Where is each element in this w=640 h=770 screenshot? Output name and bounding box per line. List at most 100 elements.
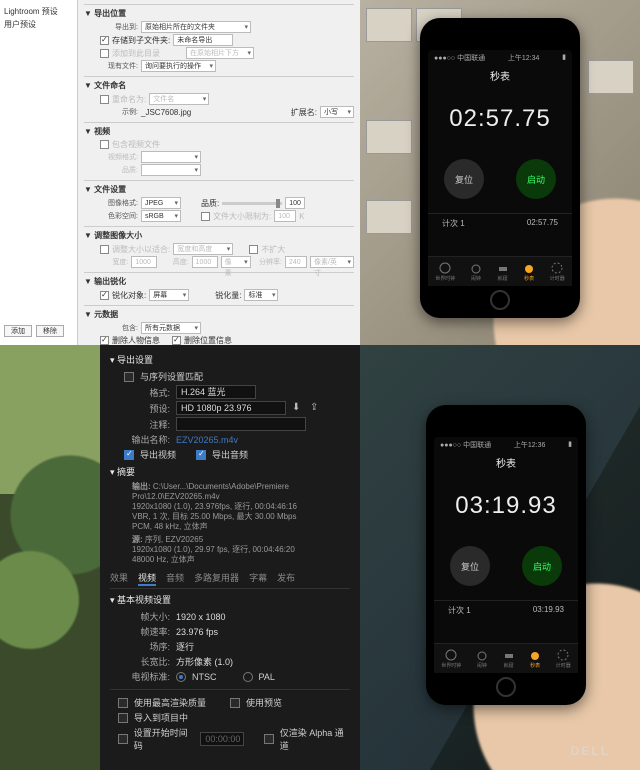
sharpen-for-dropdown[interactable]: 屏幕	[149, 289, 189, 301]
panel-title[interactable]: ▾ 导出设置	[110, 353, 350, 366]
res-unit-dropdown[interactable]: 像素/英寸	[310, 256, 354, 268]
video-format-dropdown[interactable]	[141, 151, 201, 163]
res-input[interactable]: 240	[285, 256, 307, 268]
section-file-naming[interactable]: ▼ 文件命名	[84, 76, 354, 91]
export-to-dropdown[interactable]: 原始相片所在的文件夹	[141, 21, 251, 33]
par-value[interactable]: 方形像素 (1.0)	[176, 655, 233, 668]
share-icon[interactable]	[310, 402, 322, 414]
start-button[interactable]: 启动	[516, 159, 556, 199]
limit-checkbox[interactable]	[201, 212, 210, 221]
export-audio-checkbox[interactable]	[196, 450, 206, 460]
start-timecode-checkbox[interactable]	[118, 734, 128, 744]
output-name-link[interactable]: EZV20265.m4v	[176, 435, 238, 445]
tab-timer[interactable]: 计时器	[550, 262, 565, 282]
stopwatch-title: 秒表	[428, 68, 572, 83]
pal-radio[interactable]	[243, 672, 253, 682]
preset-dropdown[interactable]: HD 1080p 23.976	[176, 401, 286, 415]
tab-worldclock[interactable]: 世界时钟	[441, 649, 461, 669]
label: 包含:	[100, 323, 138, 333]
tab-alarm[interactable]: 闹钟	[470, 262, 482, 282]
section-metadata[interactable]: ▼ 元数据	[84, 305, 354, 320]
start-button[interactable]: 启动	[522, 546, 562, 586]
stack-dropdown[interactable]: 在原始相片下方	[186, 47, 254, 59]
fps-value[interactable]: 23.976 fps	[176, 627, 218, 637]
tab-bedtime[interactable]: 就寝	[497, 262, 509, 282]
add-preset-button[interactable]: 添加	[4, 325, 32, 337]
download-icon[interactable]	[292, 402, 304, 414]
timer-icon	[551, 262, 563, 274]
summary-header[interactable]: ▾ 摘要	[110, 465, 350, 478]
tab-audio[interactable]: 音频	[166, 571, 184, 586]
noenlarge-checkbox[interactable]	[249, 245, 258, 254]
tab-caption[interactable]: 字幕	[249, 571, 267, 586]
section-export-location[interactable]: ▼ 导出位置	[84, 4, 354, 19]
import-project-checkbox[interactable]	[118, 713, 128, 723]
addcat-checkbox[interactable]	[100, 49, 109, 58]
limit-input[interactable]: 100	[274, 210, 296, 222]
tab-stopwatch[interactable]: 秒表	[529, 649, 541, 669]
label: 设置开始时间码	[134, 726, 195, 752]
label: 与序列设置匹配	[140, 370, 203, 383]
sharpen-checkbox[interactable]	[100, 291, 109, 300]
metadata-dropdown[interactable]: 所有元数据	[141, 322, 201, 334]
tab-mux[interactable]: 多路复用器	[194, 571, 239, 586]
video-quality-dropdown[interactable]	[141, 164, 201, 176]
label: 分辨率:	[254, 257, 282, 267]
tab-label: 计时器	[550, 275, 565, 282]
comment-input[interactable]	[176, 417, 306, 431]
remove-person-checkbox[interactable]	[100, 336, 109, 345]
field-order-value[interactable]: 逐行	[176, 640, 194, 653]
remove-location-checkbox[interactable]	[172, 336, 181, 345]
ext-dropdown[interactable]: 小写	[320, 106, 354, 118]
section-video[interactable]: ▼ 视频	[84, 122, 354, 137]
format-dropdown[interactable]: H.264 蓝光	[176, 385, 256, 399]
label: 包含视频文件	[112, 139, 160, 150]
quality-slider[interactable]	[222, 202, 282, 205]
unit-dropdown[interactable]: 像素	[221, 256, 251, 268]
preset-group[interactable]: Lightroom 预设	[4, 6, 73, 17]
label: 帧大小:	[124, 610, 170, 623]
tab-effects[interactable]: 效果	[110, 571, 128, 586]
rename-checkbox[interactable]	[100, 95, 109, 104]
home-button[interactable]	[496, 677, 516, 697]
preset-group[interactable]: 用户预设	[4, 19, 73, 30]
include-video-checkbox[interactable]	[100, 140, 109, 149]
tab-timer[interactable]: 计时器	[556, 649, 571, 669]
ntsc-radio[interactable]	[176, 672, 186, 682]
tab-video[interactable]: 视频	[138, 571, 156, 586]
tab-label: 世界时钟	[435, 275, 455, 282]
existing-dropdown[interactable]: 询问要执行的操作	[141, 60, 216, 72]
quality-input[interactable]: 100	[285, 197, 305, 209]
section-image-sizing[interactable]: ▼ 调整图像大小	[84, 226, 354, 241]
sharpen-amount-dropdown[interactable]: 标准	[244, 289, 278, 301]
tab-stopwatch[interactable]: 秒表	[523, 262, 535, 282]
width-input[interactable]: 1000	[131, 256, 157, 268]
subfolder-checkbox[interactable]	[100, 36, 109, 45]
image-format-dropdown[interactable]: JPEG	[141, 197, 181, 209]
subfolder-input[interactable]: 未命名导出	[173, 34, 233, 46]
remove-preset-button[interactable]: 移除	[36, 325, 64, 337]
home-button[interactable]	[490, 290, 510, 310]
fit-dropdown[interactable]: 宽度和高度	[173, 243, 233, 255]
timecode-input[interactable]: 00:00:00	[200, 732, 244, 746]
match-sequence-checkbox[interactable]	[124, 372, 134, 382]
reset-button[interactable]: 复位	[450, 546, 490, 586]
summary-output-label: 输出:	[132, 482, 151, 491]
label: 品质:	[201, 198, 219, 209]
tab-bedtime[interactable]: 就寝	[503, 649, 515, 669]
rename-dropdown[interactable]: 文件名	[149, 93, 209, 105]
framesize-value[interactable]: 1920 x 1080	[176, 612, 226, 622]
reset-button[interactable]: 复位	[444, 159, 484, 199]
tab-publish[interactable]: 发布	[277, 571, 295, 586]
height-input[interactable]: 1000	[192, 256, 218, 268]
use-preview-checkbox[interactable]	[230, 698, 240, 708]
basic-video-header[interactable]: ▾ 基本视频设置	[110, 593, 350, 606]
max-quality-checkbox[interactable]	[118, 698, 128, 708]
tab-alarm[interactable]: 闹钟	[476, 649, 488, 669]
tab-worldclock[interactable]: 世界时钟	[435, 262, 455, 282]
resize-checkbox[interactable]	[100, 245, 109, 254]
export-video-checkbox[interactable]	[124, 450, 134, 460]
alpha-only-checkbox[interactable]	[264, 734, 274, 744]
colorspace-dropdown[interactable]: sRGB	[141, 210, 181, 222]
section-file-settings[interactable]: ▼ 文件设置	[84, 180, 354, 195]
